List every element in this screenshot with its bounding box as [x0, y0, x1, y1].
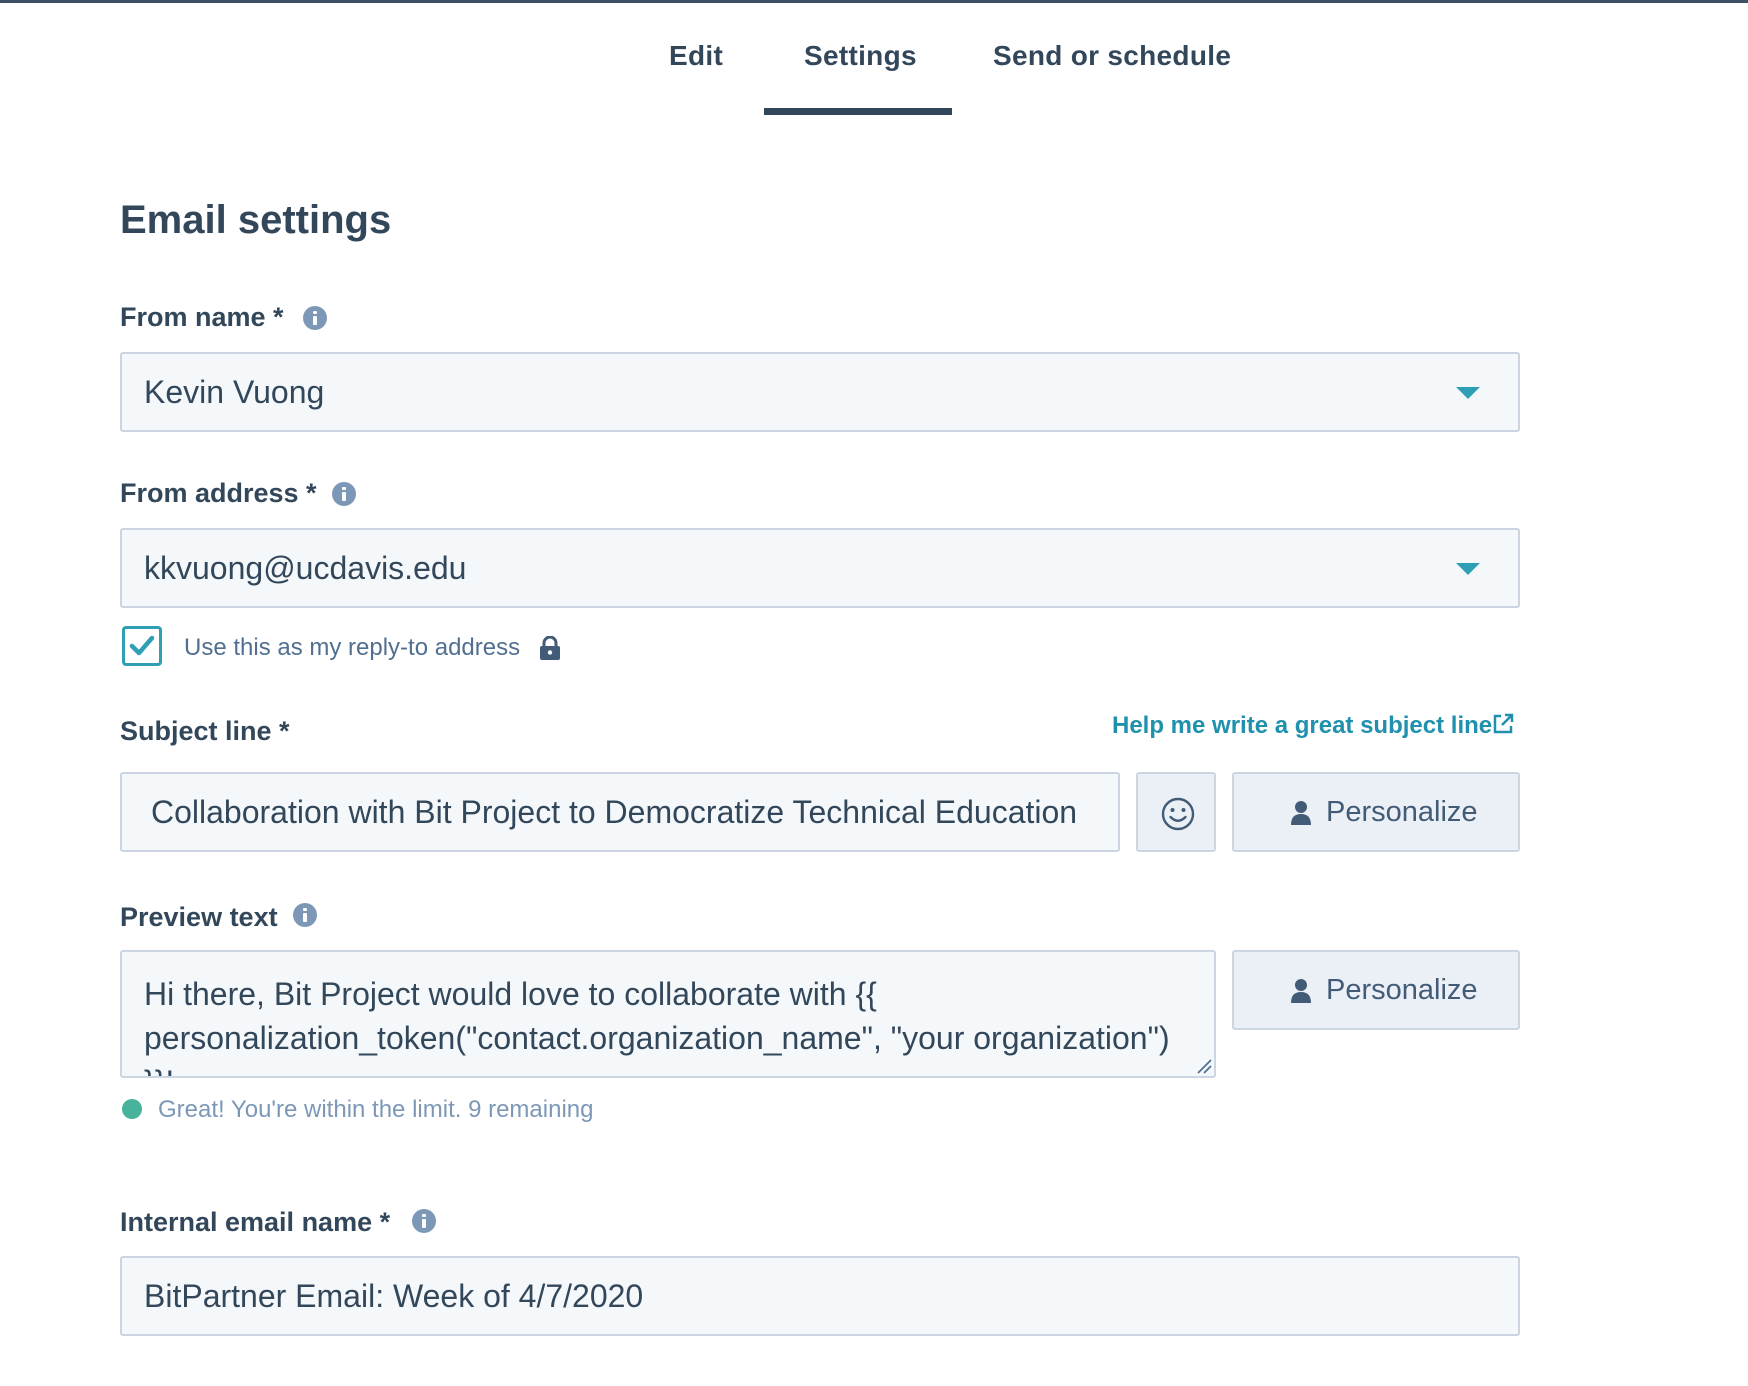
person-icon: [1291, 801, 1311, 825]
reply-to-checkbox[interactable]: [122, 626, 162, 666]
preview-text-input[interactable]: Hi there, Bit Project would love to coll…: [120, 950, 1216, 1078]
top-border: [0, 0, 1748, 3]
info-icon[interactable]: [412, 1209, 436, 1233]
person-icon: [1291, 979, 1311, 1003]
subject-line-input[interactable]: Collaboration with Bit Project to Democr…: [120, 772, 1120, 852]
from-address-select[interactable]: kkvuong@ucdavis.edu: [120, 528, 1520, 608]
subject-help-link[interactable]: Help me write a great subject line: [1112, 712, 1492, 740]
internal-email-name-input[interactable]: BitPartner Email: Week of 4/7/2020: [120, 1256, 1520, 1336]
internal-email-name-value: BitPartner Email: Week of 4/7/2020: [144, 1278, 644, 1314]
tab-send-or-schedule[interactable]: Send or schedule: [993, 40, 1231, 72]
from-name-value: Kevin Vuong: [144, 374, 325, 410]
active-tab-indicator: [764, 108, 952, 115]
from-address-value: kkvuong@ucdavis.edu: [144, 550, 467, 586]
info-icon[interactable]: [332, 482, 356, 506]
page-title: Email settings: [120, 198, 392, 242]
personalize-label: Personalize: [1326, 974, 1478, 1006]
subject-line-value: Collaboration with Bit Project to Democr…: [151, 794, 1078, 830]
tab-settings[interactable]: Settings: [804, 40, 917, 72]
preview-text-label: Preview text: [120, 902, 278, 932]
lock-icon: [540, 636, 560, 660]
chevron-down-icon: [1456, 563, 1480, 575]
chevron-down-icon: [1456, 387, 1480, 399]
info-icon[interactable]: [303, 306, 327, 330]
info-icon[interactable]: [293, 903, 317, 927]
from-name-select[interactable]: Kevin Vuong: [120, 352, 1520, 432]
status-dot: [122, 1099, 142, 1119]
emoji-button[interactable]: [1136, 772, 1216, 852]
external-link-icon[interactable]: [1491, 712, 1515, 736]
preview-limit-message: Great! You're within the limit. 9 remain…: [158, 1096, 594, 1123]
resize-handle-icon[interactable]: [1196, 1058, 1212, 1074]
internal-email-name-label: Internal email name *: [120, 1207, 391, 1237]
subject-line-label: Subject line *: [120, 716, 290, 746]
preview-personalize-button[interactable]: Personalize: [1232, 950, 1520, 1030]
subject-personalize-button[interactable]: Personalize: [1232, 772, 1520, 852]
from-name-label: From name *: [120, 302, 284, 332]
smiley-icon: [1161, 797, 1195, 831]
preview-text-value: Hi there, Bit Project would love to coll…: [144, 976, 1170, 1076]
checkmark-icon: [129, 635, 155, 656]
personalize-label: Personalize: [1326, 796, 1478, 828]
tab-edit[interactable]: Edit: [669, 40, 723, 72]
from-address-label: From address *: [120, 478, 317, 508]
reply-to-label: Use this as my reply-to address: [184, 634, 521, 661]
